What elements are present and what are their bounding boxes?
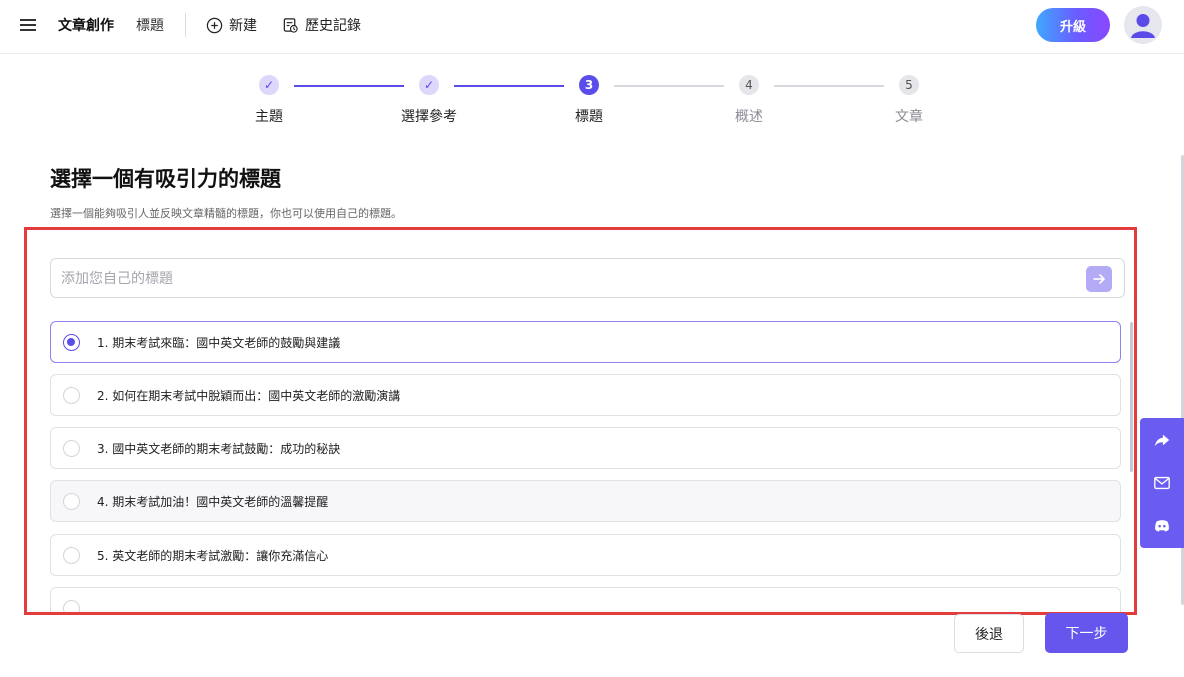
breadcrumb: 標題 xyxy=(136,18,164,34)
user-icon xyxy=(1124,6,1162,44)
email-button[interactable] xyxy=(1151,472,1173,494)
new-button[interactable]: 新建 xyxy=(206,12,257,38)
step-1-badge: ✓ xyxy=(259,75,279,95)
discord-button[interactable] xyxy=(1151,515,1173,537)
title-option-text: 2. 如何在期末考試中脫穎而出：國中英文老師的激勵演講 xyxy=(97,389,401,403)
title-option-3[interactable]: 3. 國中英文老師的期末考試鼓勵：成功的秘訣 xyxy=(50,427,1121,469)
title-option-6[interactable] xyxy=(50,587,1121,612)
discord-icon xyxy=(1155,520,1169,532)
page-title: 選擇一個有吸引力的標題 xyxy=(50,167,281,191)
title-option-1[interactable]: 1. 期末考試來臨：國中英文老師的鼓勵與建議 xyxy=(50,321,1121,363)
list-scrollbar[interactable] xyxy=(1130,322,1133,472)
title-option-text: 4. 期末考試加油！國中英文老師的溫馨提醒 xyxy=(97,495,329,509)
radio-button[interactable] xyxy=(63,600,80,612)
step-4-label: 概述 xyxy=(735,109,763,125)
title-option-4[interactable]: 4. 期末考試加油！國中英文老師的溫馨提醒 xyxy=(50,480,1121,522)
radio-button[interactable] xyxy=(63,440,80,457)
share-icon xyxy=(1154,434,1170,447)
floating-sidebar xyxy=(1140,418,1184,548)
title-option-5[interactable]: 5. 英文老師的期末考試激勵：讓你充滿信心 xyxy=(50,534,1121,576)
options-overflow xyxy=(50,587,1121,612)
submit-title-button[interactable] xyxy=(1086,266,1112,292)
history-label: 歷史記錄 xyxy=(305,18,361,34)
step-2-badge: ✓ xyxy=(419,75,439,95)
own-title-field[interactable] xyxy=(50,258,1125,298)
app-title: 文章創作 xyxy=(58,18,114,34)
step-4-badge: 4 xyxy=(739,75,759,95)
own-title-input[interactable] xyxy=(61,268,1061,290)
step-1-label: 主題 xyxy=(255,109,283,125)
radio-button[interactable] xyxy=(63,547,80,564)
step-5-badge: 5 xyxy=(899,75,919,95)
menu-icon[interactable] xyxy=(20,18,36,32)
share-button[interactable] xyxy=(1151,429,1173,451)
step-3-label: 標題 xyxy=(575,109,603,125)
title-option-text: 1. 期末考試來臨：國中英文老師的鼓勵與建議 xyxy=(97,336,341,350)
next-step-button[interactable]: 下一步 xyxy=(1045,613,1128,653)
step-2-label: 選擇參考 xyxy=(401,109,457,125)
title-option-text: 5. 英文老師的期末考試激勵：讓你充滿信心 xyxy=(97,549,329,563)
title-option-text: 3. 國中英文老師的期末考試鼓勵：成功的秘訣 xyxy=(97,442,341,456)
history-button[interactable]: 歷史記錄 xyxy=(282,12,361,38)
plus-circle-icon xyxy=(206,17,223,33)
mail-icon xyxy=(1154,476,1170,490)
page-subtitle: 選擇一個能夠吸引人並反映文章精髓的標題，你也可以使用自己的標題。 xyxy=(50,207,402,220)
radio-button[interactable] xyxy=(63,493,80,510)
step-connector xyxy=(294,85,404,87)
step-3-badge: 3 xyxy=(579,75,599,95)
arrow-right-icon xyxy=(1093,273,1106,285)
step-5-label: 文章 xyxy=(895,109,923,125)
new-label: 新建 xyxy=(229,18,257,34)
avatar[interactable] xyxy=(1124,6,1162,44)
step-connector xyxy=(454,85,564,87)
step-connector xyxy=(614,85,724,87)
history-icon xyxy=(283,17,298,33)
divider xyxy=(185,13,186,37)
radio-button[interactable] xyxy=(63,387,80,404)
top-bar: 文章創作 標題 新建 歷史記錄 升級 xyxy=(0,0,1184,54)
step-connector xyxy=(774,85,884,87)
title-option-2[interactable]: 2. 如何在期末考試中脫穎而出：國中英文老師的激勵演講 xyxy=(50,374,1121,416)
back-button[interactable]: 後退 xyxy=(954,614,1024,653)
radio-button[interactable] xyxy=(63,334,80,351)
upgrade-button[interactable]: 升級 xyxy=(1036,8,1110,42)
